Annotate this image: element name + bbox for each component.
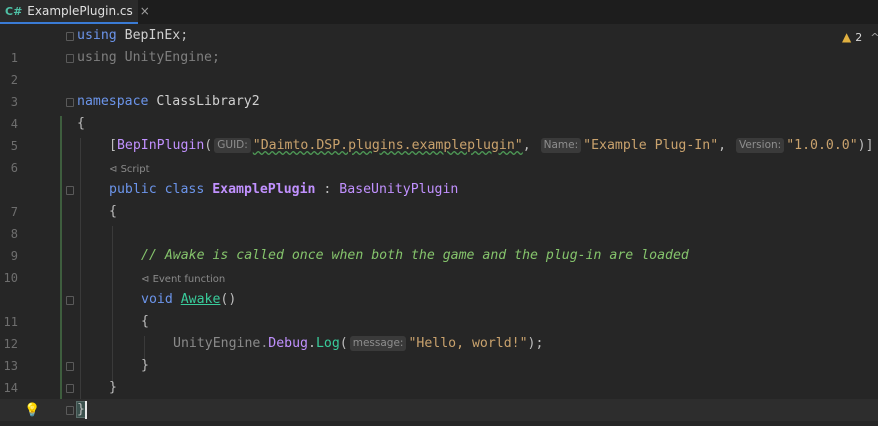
method-name: Awake xyxy=(180,292,221,307)
code-comment: // Awake is called once when both the ga… xyxy=(141,248,689,263)
punctuation: [ xyxy=(109,138,117,153)
code-vision-label: Script xyxy=(120,164,150,175)
brace: } xyxy=(141,358,149,373)
code-line: 12 { xyxy=(0,311,878,351)
punctuation: ; xyxy=(180,28,189,43)
code-line: 6 [BepInPlugin(GUID: "Daimto.DSP.plugins.… xyxy=(0,135,878,175)
code-line: 11 void Awake() xyxy=(0,289,878,329)
fold-marker-icon[interactable] xyxy=(66,384,74,393)
code-line: 14 } xyxy=(0,355,878,395)
code-line: 5 { xyxy=(0,113,878,153)
code-line: 15 } xyxy=(0,377,878,417)
namespace-name: ClassLibrary2 xyxy=(156,94,260,109)
punctuation: , xyxy=(522,138,539,153)
line-number: 16 xyxy=(0,421,18,426)
punctuation: ); xyxy=(527,336,544,351)
class-name: Debug xyxy=(268,336,308,351)
string-literal: "Example Plug-In" xyxy=(583,138,719,153)
keyword: using xyxy=(77,28,117,43)
parameter-hint: message: xyxy=(349,336,407,351)
fold-marker-icon[interactable] xyxy=(66,186,74,195)
brace: } xyxy=(109,380,117,395)
file-tab[interactable]: C# ExamplePlugin.cs × xyxy=(0,0,150,24)
brace: { xyxy=(77,116,85,131)
parameter-hint: Name: xyxy=(540,138,582,153)
fold-marker-icon[interactable] xyxy=(66,362,74,371)
namespace-qualifier: UnityEngine. xyxy=(173,336,269,351)
namespace-name: BepInEx xyxy=(124,28,181,43)
brace: { xyxy=(109,204,117,219)
fold-marker-icon[interactable] xyxy=(66,296,74,305)
code-line: 2 using UnityEngine; xyxy=(0,47,878,87)
unity-event-icon: ⊲ xyxy=(141,274,153,285)
code-line: 13 UnityEngine.Debug.Log(message: "Hello,… xyxy=(0,333,878,373)
code-line-current: 16 💡 } xyxy=(0,399,878,426)
class-name: ExamplePlugin xyxy=(212,182,316,197)
keyword: namespace xyxy=(77,94,149,109)
punctuation: )] xyxy=(857,138,874,153)
csharp-file-icon: C# xyxy=(5,4,23,18)
fold-marker-icon[interactable] xyxy=(66,406,74,415)
keyword: public class xyxy=(109,182,205,197)
punctuation: , xyxy=(718,138,735,153)
punctuation: ( xyxy=(339,336,348,351)
punctuation: . xyxy=(307,336,316,351)
code-vision-hint[interactable]: ⊲ Script xyxy=(0,159,878,181)
fold-marker-icon[interactable] xyxy=(66,98,74,107)
method-name: Log xyxy=(315,336,340,351)
code-line: 8 { xyxy=(0,201,878,241)
unused-using: using UnityEngine; xyxy=(77,50,220,65)
punctuation: ( xyxy=(204,138,213,153)
code-vision-hint[interactable]: ⊲ Event function xyxy=(0,269,878,291)
code-editor[interactable]: ▲ 2 ^ 1 using BepInEx; 2 using UnityEngi… xyxy=(0,24,878,426)
fold-marker-icon[interactable] xyxy=(66,32,74,41)
code-line: 4 namespace ClassLibrary2 xyxy=(0,91,878,131)
attribute-name: BepInPlugin xyxy=(116,138,205,153)
parameter-hint: Version: xyxy=(736,138,785,153)
code-line: 1 using BepInEx; xyxy=(0,25,878,65)
code-line: 9 xyxy=(0,223,878,263)
fold-marker-icon[interactable] xyxy=(66,54,74,63)
code-line: 7 public class ExamplePlugin : BaseUnity… xyxy=(0,179,878,219)
lightbulb-icon[interactable]: 💡 xyxy=(24,400,40,418)
parameter-hint: GUID: xyxy=(214,138,251,153)
ide-window: C# ExamplePlugin.cs × ▲ 2 ^ 1 using BepI… xyxy=(0,0,878,426)
file-tab-label: ExamplePlugin.cs xyxy=(27,4,133,18)
code-line: 10 // Awake is called once when both the… xyxy=(0,245,878,285)
string-literal: "Hello, world!" xyxy=(408,336,528,351)
punctuation: () xyxy=(220,292,237,307)
string-literal: "Daimto.DSP.plugins.exampleplugin" xyxy=(252,138,523,153)
punctuation: : xyxy=(315,182,340,197)
close-icon[interactable]: × xyxy=(140,4,150,18)
keyword: void xyxy=(141,292,173,307)
text-caret xyxy=(85,401,87,419)
unity-script-icon: ⊲ xyxy=(109,164,121,175)
base-class-name: BaseUnityPlugin xyxy=(339,182,459,197)
editor-tab-bar: C# ExamplePlugin.cs × xyxy=(0,0,878,24)
brace: { xyxy=(141,314,149,329)
code-line: 3 xyxy=(0,69,878,109)
brace: } xyxy=(76,401,86,418)
code-vision-label: Event function xyxy=(152,274,226,285)
string-literal: "1.0.0.0" xyxy=(786,138,858,153)
